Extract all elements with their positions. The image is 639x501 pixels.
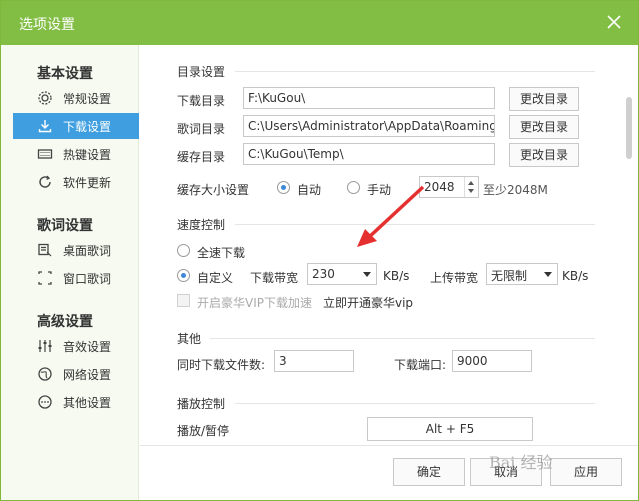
cache-manual-label: 手动 <box>367 183 392 197</box>
sidebar-item-audio-effects[interactable]: 音效设置 <box>13 333 139 359</box>
download-unit-label: KB/s <box>383 269 410 283</box>
section-title-speed: 速度控制 <box>177 218 226 232</box>
download-dir-label: 下载目录 <box>177 94 226 108</box>
options-dialog: 选项设置 基本设置 常规设置 下载设置 热键设置 软件更新 歌词设置 桌面歌词 … <box>0 0 639 501</box>
upload-bandwidth-value: 无限制 <box>491 269 528 283</box>
dialog-title: 选项设置 <box>19 17 75 33</box>
lyrics-dir-label: 歌词目录 <box>177 122 226 136</box>
close-icon[interactable] <box>604 12 624 32</box>
dialog-footer: 确定 取消 应用 <box>140 445 638 500</box>
vip-link[interactable]: 立即开通豪华vip <box>323 294 413 311</box>
download-port-label: 下载端口: <box>394 358 447 372</box>
sidebar-item-label: 桌面歌词 <box>63 244 112 258</box>
sidebar-item-label: 其他设置 <box>63 396 112 410</box>
custom-speed-radio[interactable] <box>177 269 190 282</box>
full-speed-radio[interactable] <box>177 244 190 257</box>
chevron-down-icon <box>544 272 552 277</box>
section-title-directory: 目录设置 <box>177 65 226 79</box>
settings-sidebar: 基本设置 常规设置 下载设置 热键设置 软件更新 歌词设置 桌面歌词 窗口歌词 … <box>1 45 139 500</box>
cache-auto-label: 自动 <box>297 183 322 197</box>
play-pause-label: 播放/暂停 <box>177 424 230 438</box>
equalizer-icon <box>37 338 53 354</box>
sidebar-item-label: 网络设置 <box>63 368 112 382</box>
cache-manual-radio[interactable] <box>347 181 360 194</box>
cache-size-stepper[interactable]: 2048 <box>419 176 479 198</box>
download-bandwidth-value: 230 <box>312 267 335 281</box>
cache-size-value: 2048 <box>424 180 455 194</box>
concurrent-downloads-input[interactable]: 3 <box>274 350 354 372</box>
download-port-input[interactable]: 9000 <box>452 350 532 372</box>
sidebar-item-label: 热键设置 <box>63 148 112 162</box>
cache-size-hint: 至少2048M <box>483 183 548 197</box>
watermark: Bai 经验 <box>489 453 553 472</box>
sidebar-item-desktop-lyrics[interactable]: 桌面歌词 <box>13 237 139 263</box>
title-bar[interactable]: 选项设置 <box>1 1 638 45</box>
window-lyrics-icon <box>37 270 53 286</box>
download-bandwidth-select[interactable]: 230 <box>307 263 377 285</box>
full-speed-label: 全速下载 <box>197 246 246 260</box>
group-title-lyrics: 歌词设置 <box>37 218 93 234</box>
upload-bandwidth-label: 上传带宽 <box>430 271 479 285</box>
globe-icon <box>37 366 53 382</box>
sidebar-item-other[interactable]: 其他设置 <box>13 389 139 415</box>
section-title-playback: 播放控制 <box>177 397 226 411</box>
cache-auto-radio[interactable] <box>277 181 290 194</box>
stepper-buttons[interactable] <box>464 177 478 197</box>
cache-dir-label: 缓存目录 <box>177 150 226 164</box>
sidebar-item-download[interactable]: 下载设置 <box>13 113 139 139</box>
section-divider <box>235 224 595 225</box>
content-scrollbar[interactable] <box>623 45 637 445</box>
sidebar-item-general[interactable]: 常规设置 <box>13 85 139 111</box>
section-title-other: 其他 <box>177 332 202 346</box>
sidebar-item-label: 音效设置 <box>63 340 112 354</box>
sidebar-item-hotkeys[interactable]: 热键设置 <box>13 141 139 167</box>
section-divider <box>235 71 595 72</box>
download-settings-panel: 目录设置 下载目录 F:\KuGou\ 更改目录 歌词目录 C:\Users\A… <box>140 45 620 445</box>
sidebar-item-label: 下载设置 <box>63 120 112 134</box>
stepper-up-icon[interactable] <box>468 181 474 185</box>
gear-icon <box>37 90 53 106</box>
play-pause-hotkey-field[interactable]: Alt + F5 <box>367 417 533 441</box>
scrollbar-thumb[interactable] <box>626 97 632 159</box>
keyboard-icon <box>37 146 53 162</box>
cache-dir-input[interactable]: C:\KuGou\Temp\ <box>243 143 495 165</box>
sidebar-item-window-lyrics[interactable]: 窗口歌词 <box>13 265 139 291</box>
change-download-dir-button[interactable]: 更改目录 <box>509 87 579 111</box>
section-divider <box>235 403 595 404</box>
sidebar-item-update[interactable]: 软件更新 <box>13 169 139 195</box>
upload-unit-label: KB/s <box>562 269 589 283</box>
sidebar-item-label: 常规设置 <box>63 92 112 106</box>
change-cache-dir-button[interactable]: 更改目录 <box>509 143 579 167</box>
apply-button[interactable]: 应用 <box>550 458 622 486</box>
stepper-down-icon[interactable] <box>468 189 474 193</box>
download-icon <box>37 118 53 134</box>
download-dir-input[interactable]: F:\KuGou\ <box>243 87 495 109</box>
change-lyrics-dir-button[interactable]: 更改目录 <box>509 115 579 139</box>
vip-accel-label: 开启豪华VIP下载加速 <box>197 296 312 310</box>
sidebar-item-label: 软件更新 <box>63 176 112 190</box>
cache-size-label: 缓存大小设置 <box>177 183 250 197</box>
download-bandwidth-label: 下载带宽 <box>250 271 299 285</box>
sidebar-item-network[interactable]: 网络设置 <box>13 361 139 387</box>
refresh-icon <box>37 174 53 190</box>
lyrics-dir-input[interactable]: C:\Users\Administrator\AppData\Roaming <box>243 115 495 137</box>
chevron-down-icon <box>363 272 371 277</box>
concurrent-downloads-label: 同时下载文件数: <box>177 358 266 372</box>
more-icon <box>37 394 53 410</box>
section-divider <box>210 338 595 339</box>
group-title-advanced: 高级设置 <box>37 314 93 330</box>
desktop-lyrics-icon <box>37 242 53 258</box>
sidebar-item-label: 窗口歌词 <box>63 272 112 286</box>
upload-bandwidth-select[interactable]: 无限制 <box>486 263 558 285</box>
vip-accel-checkbox[interactable] <box>177 294 190 307</box>
ok-button[interactable]: 确定 <box>393 458 465 486</box>
custom-speed-label: 自定义 <box>197 271 234 285</box>
group-title-basic: 基本设置 <box>37 66 93 82</box>
